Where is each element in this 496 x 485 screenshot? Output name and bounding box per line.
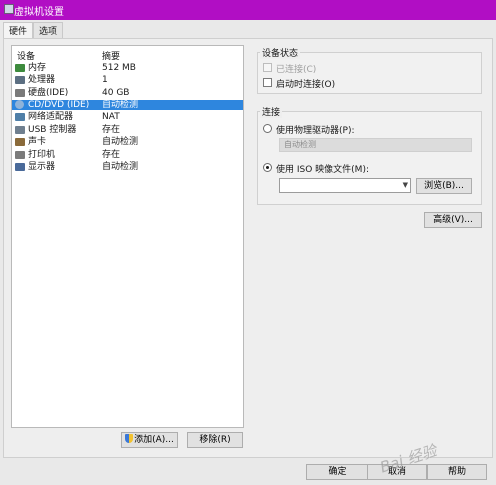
memory-icon <box>15 64 25 72</box>
device-list[interactable]: 设备 摘要 内存 512 MB 处理器 1 硬盘(IDE) 40 GB CD/D… <box>11 45 244 428</box>
help-button[interactable]: 帮助 <box>427 464 487 480</box>
device-name: 内存 <box>28 63 47 73</box>
device-row-processor[interactable]: 处理器 1 <box>12 75 243 85</box>
device-summary: 存在 <box>102 150 121 160</box>
device-name: 处理器 <box>28 75 56 85</box>
device-summary: 自动检测 <box>102 100 139 110</box>
device-row-network-adapter[interactable]: 网络适配器 NAT <box>12 112 243 122</box>
device-name: 显示器 <box>28 162 56 172</box>
ok-button[interactable]: 确定 <box>306 464 369 480</box>
browse-button[interactable]: 浏览(B)... <box>416 178 472 194</box>
sound-card-icon <box>15 138 25 146</box>
window-title: 虚拟机设置 <box>14 7 64 18</box>
device-row-usb-controller[interactable]: USB 控制器 存在 <box>12 125 243 135</box>
add-device-label: 添加(A)... <box>134 435 174 445</box>
column-header-summary: 摘要 <box>102 52 121 62</box>
physical-drive-label: 使用物理驱动器(P): <box>276 126 355 136</box>
tab-bar: 硬件 选项 <box>0 22 496 39</box>
device-status-title: 设备状态 <box>260 46 301 59</box>
add-device-button[interactable]: 添加(A)... <box>121 432 178 448</box>
device-row-printer[interactable]: 打印机 存在 <box>12 150 243 160</box>
vm-settings-icon <box>4 4 14 14</box>
device-name: 打印机 <box>28 150 56 160</box>
connect-at-power-on-checkbox[interactable] <box>263 78 272 87</box>
network-adapter-icon <box>15 113 25 121</box>
cpu-icon <box>15 76 25 84</box>
iso-image-radio[interactable] <box>263 163 272 172</box>
device-summary: 存在 <box>102 125 121 135</box>
device-name: 硬盘(IDE) <box>28 88 69 98</box>
physical-drive-select[interactable]: 自动检测 <box>279 138 472 152</box>
connection-title: 连接 <box>260 105 283 118</box>
device-name: 网络适配器 <box>28 112 74 122</box>
device-summary: 自动检测 <box>102 162 139 172</box>
printer-icon <box>15 151 25 159</box>
connect-at-power-on-label: 启动时连接(O) <box>276 80 336 90</box>
column-header-device: 设备 <box>17 52 36 62</box>
iso-path-combobox[interactable]: ▼ <box>279 178 411 193</box>
device-summary: 1 <box>102 75 108 85</box>
uac-shield-icon <box>125 434 134 443</box>
device-row-cd-dvd[interactable]: CD/DVD (IDE) 自动检测 <box>12 100 243 110</box>
device-row-hard-disk[interactable]: 硬盘(IDE) 40 GB <box>12 88 243 98</box>
device-list-header: 设备 摘要 <box>12 49 243 62</box>
device-name: 声卡 <box>28 137 47 147</box>
device-summary: 自动检测 <box>102 137 139 147</box>
iso-image-label: 使用 ISO 映像文件(M): <box>276 165 369 175</box>
device-name: USB 控制器 <box>28 125 77 135</box>
chevron-down-icon[interactable]: ▼ <box>403 181 408 189</box>
tab-options[interactable]: 选项 <box>33 22 64 38</box>
device-row-display[interactable]: 显示器 自动检测 <box>12 162 243 172</box>
advanced-button[interactable]: 高级(V)... <box>424 212 482 228</box>
connected-checkbox[interactable] <box>263 63 272 72</box>
device-summary: 512 MB <box>102 63 136 73</box>
display-icon <box>15 163 25 171</box>
device-name: CD/DVD (IDE) <box>28 100 90 110</box>
device-summary: NAT <box>102 112 120 122</box>
title-bar[interactable]: 虚拟机设置 <box>0 0 496 20</box>
physical-drive-radio[interactable] <box>263 124 272 133</box>
remove-device-button[interactable]: 移除(R) <box>187 432 243 448</box>
tab-hardware[interactable]: 硬件 <box>3 22 34 39</box>
hard-disk-icon <box>15 89 25 97</box>
usb-controller-icon <box>15 126 25 134</box>
cd-dvd-icon <box>15 100 24 109</box>
device-row-sound-card[interactable]: 声卡 自动检测 <box>12 137 243 147</box>
device-row-memory[interactable]: 内存 512 MB <box>12 63 243 73</box>
device-summary: 40 GB <box>102 88 130 98</box>
connected-label: 已连接(C) <box>276 65 317 75</box>
